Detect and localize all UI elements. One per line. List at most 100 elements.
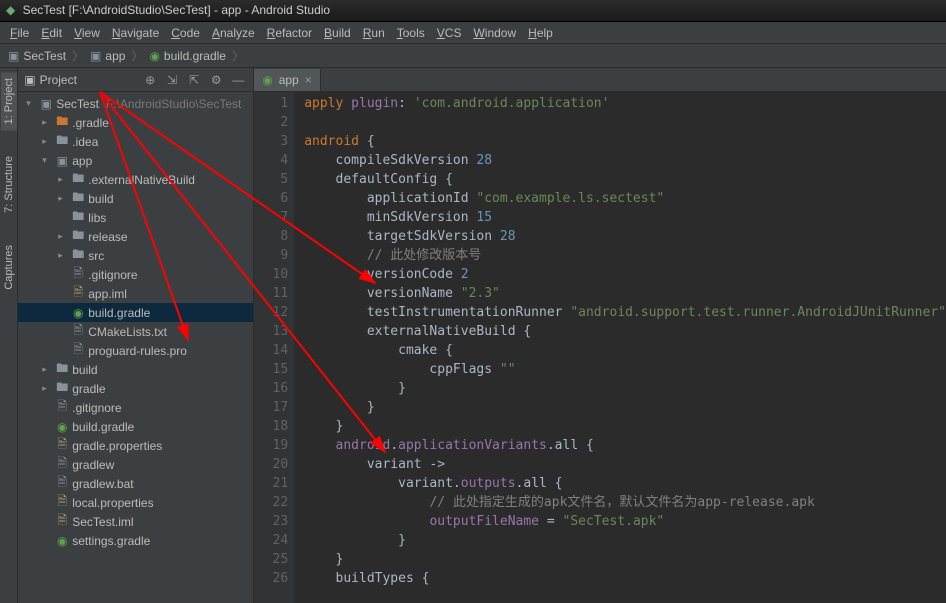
code-line[interactable]: compileSdkVersion 28	[304, 151, 946, 170]
tree-node-label: app.iml	[88, 287, 127, 301]
tree-node[interactable]: 🗎local.properties	[18, 493, 253, 512]
code-line[interactable]: buildTypes {	[304, 569, 946, 588]
tree-node[interactable]: 🗎app.iml	[18, 284, 253, 303]
tree-node[interactable]: ◉settings.gradle	[18, 531, 253, 550]
line-number: 19	[254, 436, 288, 455]
tree-node[interactable]: ◉build.gradle	[18, 417, 253, 436]
tree-node[interactable]: ◉build.gradle	[18, 303, 253, 322]
menu-file[interactable]: File	[4, 24, 35, 42]
expand-arrow-icon[interactable]: ▸	[58, 174, 68, 185]
expand-arrow-icon[interactable]: ▸	[42, 364, 52, 375]
tree-node[interactable]: 🗎gradlew.bat	[18, 474, 253, 493]
tool-tab-structure[interactable]: 7: Structure	[1, 150, 17, 219]
breadcrumb-item[interactable]: ▣SecTest	[4, 49, 70, 63]
code-line[interactable]: outputFileName = "SecTest.apk"	[304, 512, 946, 531]
menu-code[interactable]: Code	[165, 24, 206, 42]
tree-node[interactable]: ▸🖿.externalNativeBuild	[18, 170, 253, 189]
menu-tools[interactable]: Tools	[391, 24, 431, 42]
tree-node[interactable]: 🗎gradle.properties	[18, 436, 253, 455]
scroll-from-source-icon[interactable]: ⊕	[141, 73, 159, 87]
tree-node[interactable]: ▸🖿release	[18, 227, 253, 246]
tree-node[interactable]: 🗎CMakeLists.txt	[18, 322, 253, 341]
code-line[interactable]: }	[304, 398, 946, 417]
code-content[interactable]: apply plugin: 'com.android.application' a…	[294, 92, 946, 603]
editor-tab[interactable]: ◉ app ×	[254, 69, 321, 91]
code-line[interactable]: minSdkVersion 15	[304, 208, 946, 227]
expand-arrow-icon[interactable]: ▸	[58, 193, 68, 204]
file-icon: 🗎	[71, 264, 85, 285]
menu-run[interactable]: Run	[357, 24, 391, 42]
gear-icon[interactable]: ⚙	[207, 73, 225, 87]
tree-node[interactable]: 🗎SecTest.iml	[18, 512, 253, 531]
menu-vcs[interactable]: VCS	[431, 24, 468, 42]
code-line[interactable]: android {	[304, 132, 946, 151]
code-line[interactable]: applicationId "com.example.ls.sectest"	[304, 189, 946, 208]
menu-view[interactable]: View	[68, 24, 106, 42]
code-line[interactable]: }	[304, 417, 946, 436]
tree-node[interactable]: ▾▣app	[18, 151, 253, 170]
menu-edit[interactable]: Edit	[35, 24, 68, 42]
project-tree[interactable]: ▾▣SecTestF:\AndroidStudio\SecTest▸🖿.grad…	[18, 92, 253, 603]
code-line[interactable]: apply plugin: 'com.android.application'	[304, 94, 946, 113]
expand-all-icon[interactable]: ⇲	[163, 73, 181, 87]
folder-icon: 🖿	[55, 131, 69, 152]
tree-node-label: gradlew	[72, 458, 114, 472]
tree-node[interactable]: ▾▣SecTestF:\AndroidStudio\SecTest	[18, 94, 253, 113]
hide-icon[interactable]: —	[229, 73, 247, 87]
code-line[interactable]: versionName "2.3"	[304, 284, 946, 303]
expand-arrow-icon[interactable]: ▸	[42, 136, 52, 147]
tree-node[interactable]: ▸🖿gradle	[18, 379, 253, 398]
tree-node[interactable]: ▸🖿src	[18, 246, 253, 265]
tree-node-label: SecTest.iml	[72, 515, 133, 529]
expand-arrow-icon[interactable]: ▸	[42, 117, 52, 128]
module-icon: ▣	[55, 154, 69, 168]
project-panel-title[interactable]: Project	[40, 73, 138, 87]
breadcrumb-item[interactable]: ▣app	[86, 49, 129, 63]
expand-arrow-icon[interactable]: ▸	[42, 383, 52, 394]
tree-node[interactable]: 🗎.gitignore	[18, 398, 253, 417]
expand-arrow-icon[interactable]: ▸	[58, 250, 68, 261]
code-line[interactable]: cppFlags ""	[304, 360, 946, 379]
code-line[interactable]: variant.outputs.all {	[304, 474, 946, 493]
code-line[interactable]: defaultConfig {	[304, 170, 946, 189]
tree-node[interactable]: ▸🖿build	[18, 189, 253, 208]
collapse-all-icon[interactable]: ⇱	[185, 73, 203, 87]
code-line[interactable]: // 此处指定生成的apk文件名，默认文件名为app-release.apk	[304, 493, 946, 512]
menu-window[interactable]: Window	[467, 24, 522, 42]
tree-node[interactable]: ▸🖿build	[18, 360, 253, 379]
code-line[interactable]: targetSdkVersion 28	[304, 227, 946, 246]
code-line[interactable]: // 此处修改版本号	[304, 246, 946, 265]
tool-tab-project[interactable]: 1: Project	[1, 72, 17, 130]
tree-node-label: CMakeLists.txt	[88, 325, 167, 339]
menu-help[interactable]: Help	[522, 24, 559, 42]
line-number: 16	[254, 379, 288, 398]
code-line[interactable]: }	[304, 379, 946, 398]
tree-node[interactable]: ▸🖿.idea	[18, 132, 253, 151]
close-icon[interactable]: ×	[305, 73, 312, 87]
tree-node[interactable]: 🗎proguard-rules.pro	[18, 341, 253, 360]
code-line[interactable]: externalNativeBuild {	[304, 322, 946, 341]
code-line[interactable]: variant ->	[304, 455, 946, 474]
code-editor[interactable]: 1234567891011121314151617181920212223242…	[254, 92, 946, 603]
code-line[interactable]: android.applicationVariants.all {	[304, 436, 946, 455]
code-line[interactable]: }	[304, 531, 946, 550]
menu-analyze[interactable]: Analyze	[206, 24, 261, 42]
tree-node[interactable]: 🖿libs	[18, 208, 253, 227]
expand-arrow-icon[interactable]: ▾	[42, 155, 52, 166]
breadcrumb-item[interactable]: ◉build.gradle	[145, 49, 230, 63]
tree-node[interactable]: 🗎gradlew	[18, 455, 253, 474]
menu-navigate[interactable]: Navigate	[106, 24, 165, 42]
tree-node[interactable]: 🗎.gitignore	[18, 265, 253, 284]
expand-arrow-icon[interactable]: ▸	[58, 231, 68, 242]
tree-node[interactable]: ▸🖿.gradle	[18, 113, 253, 132]
expand-arrow-icon[interactable]: ▾	[26, 98, 36, 109]
code-line[interactable]: testInstrumentationRunner "android.suppo…	[304, 303, 946, 322]
menu-refactor[interactable]: Refactor	[261, 24, 318, 42]
code-line[interactable]: versionCode 2	[304, 265, 946, 284]
menu-build[interactable]: Build	[318, 24, 357, 42]
code-line[interactable]	[304, 113, 946, 132]
code-line[interactable]: cmake {	[304, 341, 946, 360]
code-line[interactable]: }	[304, 550, 946, 569]
tool-tab-captures[interactable]: Captures	[1, 239, 17, 296]
gradle-icon: ◉	[262, 73, 272, 87]
